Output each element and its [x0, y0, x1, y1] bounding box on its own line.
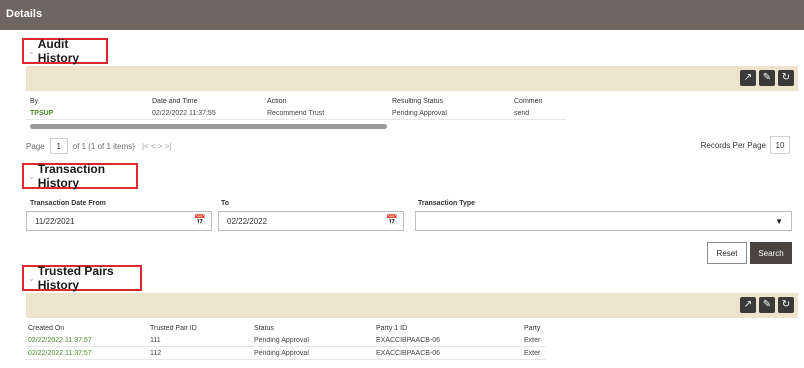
audit-history-section-title[interactable]: ⌄ Audit History — [22, 37, 108, 65]
transaction-history-label: Transaction History — [37, 162, 106, 190]
cell-party-1-id: EXACCIBPAACB-06 — [376, 337, 441, 344]
cell-status: Pending Approval — [254, 337, 309, 344]
records-per-page-input[interactable]: 10 — [770, 136, 790, 154]
date-from-label: Transaction Date From — [30, 200, 106, 207]
chevron-down-icon: ⌄ — [28, 171, 35, 181]
reset-button[interactable]: Reset — [707, 242, 747, 264]
cell-party-1-id: EXACCIBPAACB-06 — [376, 350, 441, 357]
transaction-type-label: Transaction Type — [418, 200, 476, 207]
trusted-table-header: Created On Trusted Pair ID Status Party … — [26, 323, 546, 335]
search-button[interactable]: Search — [750, 242, 792, 264]
chevron-down-icon: ⌄ — [28, 46, 35, 56]
cell-party: Exter — [524, 350, 541, 357]
column-by[interactable]: By — [30, 98, 38, 105]
audit-history-label: Audit History — [37, 37, 80, 65]
column-status[interactable]: Status — [254, 325, 274, 332]
audit-table-header: By Date and Time Action Resulting Status… — [26, 96, 566, 108]
trusted-toolbar: ↗ ✎ ↻ — [26, 293, 798, 318]
table-row[interactable]: 02/22/2022 11:37:57 112 Pending Approval… — [26, 348, 546, 360]
table-row[interactable]: 02/22/2022 11:37:57 111 Pending Approval… — [26, 335, 546, 347]
column-action[interactable]: Action — [267, 98, 286, 105]
records-per-page: Records Per Page 10 — [701, 136, 790, 154]
column-created-on[interactable]: Created On — [28, 325, 64, 332]
details-header: Details — [0, 0, 804, 30]
audit-toolbar: ↗ ✎ ↻ — [26, 66, 798, 91]
dropdown-arrow-icon: ▼ — [775, 217, 783, 226]
date-to-field[interactable]: 02/22/2022 📅 — [218, 211, 404, 231]
records-per-page-label: Records Per Page — [700, 140, 766, 150]
horizontal-scrollbar[interactable] — [30, 124, 387, 129]
cell-created-on[interactable]: 02/22/2022 11:37:57 — [28, 350, 92, 357]
cell-resulting-status: Pending Approval — [392, 110, 447, 117]
date-to-label: To — [221, 200, 230, 207]
trusted-pairs-history-label: Trusted Pairs History — [37, 264, 114, 292]
refresh-icon[interactable]: ↻ — [778, 297, 794, 313]
transaction-history-section-title[interactable]: ⌄ Transaction History — [22, 162, 138, 190]
share-icon[interactable]: ✎ — [759, 297, 775, 313]
column-party[interactable]: Party — [524, 325, 546, 332]
cell-status: Pending Approval — [254, 350, 309, 357]
cell-created-on[interactable]: 02/22/2022 11:37:57 — [28, 337, 92, 344]
column-resulting-status[interactable]: Resulting Status — [392, 98, 443, 105]
table-row[interactable]: TPSUP 02/22/2022 11:37:55 Recommend Trus… — [26, 108, 566, 120]
cell-trusted-pair-id: 111 — [150, 337, 161, 344]
chevron-down-icon: ⌄ — [28, 273, 35, 283]
export-icon[interactable]: ↗ — [740, 70, 756, 86]
cell-trusted-pair-id: 112 — [150, 350, 162, 357]
cell-comments: send — [514, 110, 530, 117]
trusted-pairs-history-section-title[interactable]: ⌄ Trusted Pairs History — [22, 264, 142, 292]
date-from-field[interactable]: 11/22/2021 📅 — [26, 211, 212, 231]
cell-date-time: 02/22/2022 11:37:55 — [152, 110, 216, 117]
calendar-icon[interactable]: 📅 — [386, 215, 398, 226]
page-number-input[interactable]: 1 — [49, 138, 68, 154]
cell-action: Recommend Trust — [267, 110, 325, 117]
page-label: Page — [26, 141, 45, 151]
export-icon[interactable]: ↗ — [740, 297, 756, 313]
column-comments[interactable]: Commen — [514, 98, 564, 105]
column-date-time[interactable]: Date and Time — [152, 98, 198, 105]
date-to-value: 02/22/2022 — [227, 216, 268, 226]
calendar-icon[interactable]: 📅 — [194, 215, 206, 226]
audit-pager: Page 1 of 1 (1 of 1 items) |< < > >| — [26, 138, 171, 154]
share-icon[interactable]: ✎ — [759, 70, 775, 86]
cell-party: Exter — [524, 337, 541, 344]
pager-navigation[interactable]: |< < > >| — [142, 142, 172, 151]
refresh-icon[interactable]: ↻ — [778, 70, 794, 86]
transaction-type-select[interactable]: ▼ — [415, 211, 792, 231]
cell-by[interactable]: TPSUP — [30, 110, 53, 117]
column-party-1-id[interactable]: Party 1 ID — [376, 325, 407, 332]
date-from-value: 11/22/2021 — [35, 216, 75, 226]
details-title: Details — [6, 8, 43, 20]
page-of-text: of 1 (1 of 1 items) — [72, 141, 135, 151]
column-trusted-pair-id[interactable]: Trusted Pair ID — [150, 325, 197, 332]
